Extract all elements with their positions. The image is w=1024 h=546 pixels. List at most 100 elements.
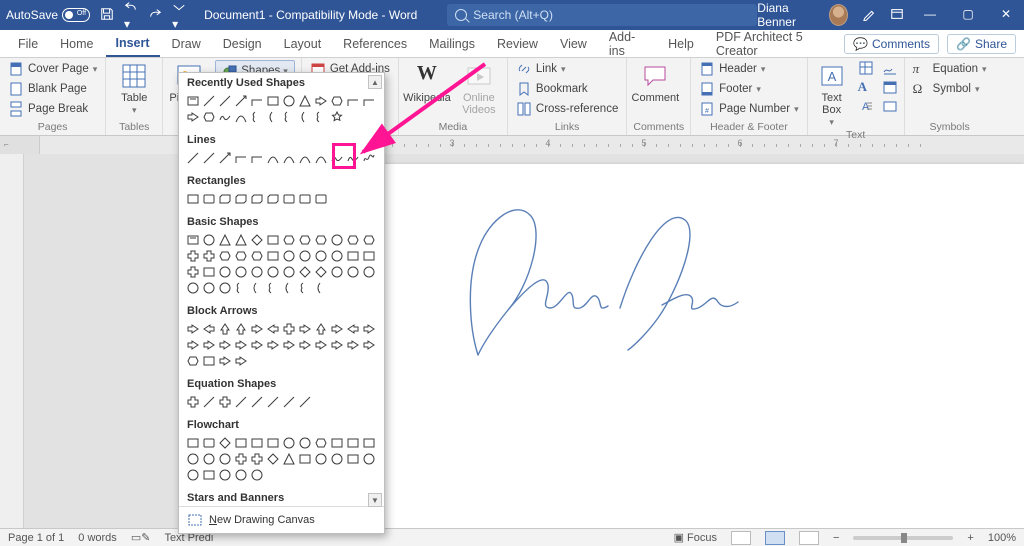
shape-circ[interactable] xyxy=(233,264,248,279)
autosave-switch[interactable]: Off xyxy=(62,8,90,22)
shape-rect[interactable] xyxy=(345,248,360,263)
shape-line[interactable] xyxy=(185,150,200,165)
window-close[interactable]: ✕ xyxy=(994,7,1018,24)
shape-rarrow[interactable] xyxy=(297,321,312,336)
tab-addins[interactable]: Add-ins xyxy=(599,25,656,63)
shape-hex[interactable] xyxy=(297,232,312,247)
shape-rrect[interactable] xyxy=(313,191,328,206)
shape-rect[interactable] xyxy=(233,435,248,450)
shape-curve[interactable] xyxy=(313,150,328,165)
shape-circ[interactable] xyxy=(329,248,344,263)
shape-plus[interactable] xyxy=(185,394,200,409)
shape-circ[interactable] xyxy=(249,467,264,482)
tab-insert[interactable]: Insert xyxy=(106,31,160,57)
shape-circ[interactable] xyxy=(297,248,312,263)
shape-rarrow[interactable] xyxy=(281,337,296,352)
shape-hex[interactable] xyxy=(249,248,264,263)
shape-brace[interactable] xyxy=(265,280,280,295)
shape-rrect[interactable] xyxy=(201,435,216,450)
shape-paren[interactable] xyxy=(265,109,280,124)
blank-page-button[interactable]: Blank Page xyxy=(6,80,99,98)
shape-circ[interactable] xyxy=(361,264,376,279)
shape-larrow[interactable] xyxy=(201,321,216,336)
shape-snip[interactable] xyxy=(217,191,232,206)
shape-circ[interactable] xyxy=(249,264,264,279)
shape-diam[interactable] xyxy=(313,264,328,279)
shape-hex[interactable] xyxy=(313,435,328,450)
symbol-button[interactable]: ΩSymbol▾ xyxy=(911,80,989,98)
shape-rarrow[interactable] xyxy=(329,337,344,352)
shape-rect[interactable] xyxy=(265,435,280,450)
comments-button[interactable]: 💬 Comments xyxy=(844,34,939,54)
shape-circ[interactable] xyxy=(297,435,312,450)
shape-rarrow[interactable] xyxy=(233,337,248,352)
shape-rect[interactable] xyxy=(265,248,280,263)
shape-rrect[interactable] xyxy=(201,191,216,206)
tab-references[interactable]: References xyxy=(333,32,417,56)
shape-circ[interactable] xyxy=(329,451,344,466)
shape-hex[interactable] xyxy=(313,232,328,247)
shape-brace[interactable] xyxy=(233,280,248,295)
shape-circ[interactable] xyxy=(185,467,200,482)
cover-page-button[interactable]: Cover Page▾ xyxy=(6,60,99,78)
online-videos-button[interactable]: Online Videos xyxy=(457,60,501,116)
shape-plus[interactable] xyxy=(233,451,248,466)
shape-plus[interactable] xyxy=(217,394,232,409)
shape-circ[interactable] xyxy=(201,232,216,247)
shape-plus[interactable] xyxy=(281,321,296,336)
shape-hex[interactable] xyxy=(233,248,248,263)
shape-circ[interactable] xyxy=(185,451,200,466)
shape-snip[interactable] xyxy=(265,191,280,206)
autosave-toggle[interactable]: AutoSave Off xyxy=(6,8,90,22)
shape-free[interactable] xyxy=(217,109,232,124)
shape-uarrow[interactable] xyxy=(233,321,248,336)
shape-circ[interactable] xyxy=(281,435,296,450)
shape-plus[interactable] xyxy=(201,248,216,263)
shape-circ[interactable] xyxy=(329,232,344,247)
object-icon[interactable] xyxy=(882,98,898,114)
pen-mode-icon[interactable] xyxy=(862,7,876,24)
status-page[interactable]: Page 1 of 1 xyxy=(8,532,64,544)
shape-line[interactable] xyxy=(297,394,312,409)
shape-rarrow[interactable] xyxy=(313,93,328,108)
shape-elbow[interactable] xyxy=(345,93,360,108)
shape-uarrow[interactable] xyxy=(313,321,328,336)
shape-line[interactable] xyxy=(265,394,280,409)
wordart-icon[interactable]: A xyxy=(858,79,874,95)
shape-circ[interactable] xyxy=(345,264,360,279)
tab-pdf-architect[interactable]: PDF Architect 5 Creator xyxy=(706,25,842,63)
shape-hex[interactable] xyxy=(361,232,376,247)
tab-review[interactable]: Review xyxy=(487,32,548,56)
view-read-mode[interactable] xyxy=(731,531,751,545)
shape-diam[interactable] xyxy=(265,451,280,466)
shape-free[interactable] xyxy=(329,150,344,165)
vertical-ruler[interactable] xyxy=(0,154,24,528)
shape-circ[interactable] xyxy=(217,467,232,482)
status-spell-icon[interactable]: ▭✎ xyxy=(131,531,151,544)
shape-txt[interactable] xyxy=(185,232,200,247)
shape-rect[interactable] xyxy=(361,248,376,263)
footer-button[interactable]: Footer▾ xyxy=(697,80,801,98)
view-web-layout[interactable] xyxy=(799,531,819,545)
shape-arrow[interactable] xyxy=(233,93,248,108)
shape-plus[interactable] xyxy=(185,248,200,263)
ribbon-options-icon[interactable] xyxy=(890,7,904,24)
shape-diam[interactable] xyxy=(249,232,264,247)
shape-rarrow[interactable] xyxy=(329,321,344,336)
text-box-button[interactable]: AText Box▾ xyxy=(814,60,850,128)
focus-mode-button[interactable]: ▣ Focus xyxy=(674,531,717,544)
shape-rect[interactable] xyxy=(249,435,264,450)
shape-larrow[interactable] xyxy=(265,321,280,336)
shape-circ[interactable] xyxy=(233,467,248,482)
shape-tri[interactable] xyxy=(281,451,296,466)
shape-rect[interactable] xyxy=(345,435,360,450)
shape-rect[interactable] xyxy=(329,435,344,450)
window-minimize[interactable]: — xyxy=(918,7,942,24)
shape-line[interactable] xyxy=(281,394,296,409)
shape-rarrow[interactable] xyxy=(265,337,280,352)
horizontal-ruler[interactable]: ⌐ 1234567 xyxy=(0,136,1024,154)
wikipedia-button[interactable]: WWikipedia xyxy=(405,60,449,104)
crossref-button[interactable]: Cross-reference xyxy=(514,100,620,118)
shape-brace[interactable] xyxy=(249,109,264,124)
tab-mailings[interactable]: Mailings xyxy=(419,32,485,56)
